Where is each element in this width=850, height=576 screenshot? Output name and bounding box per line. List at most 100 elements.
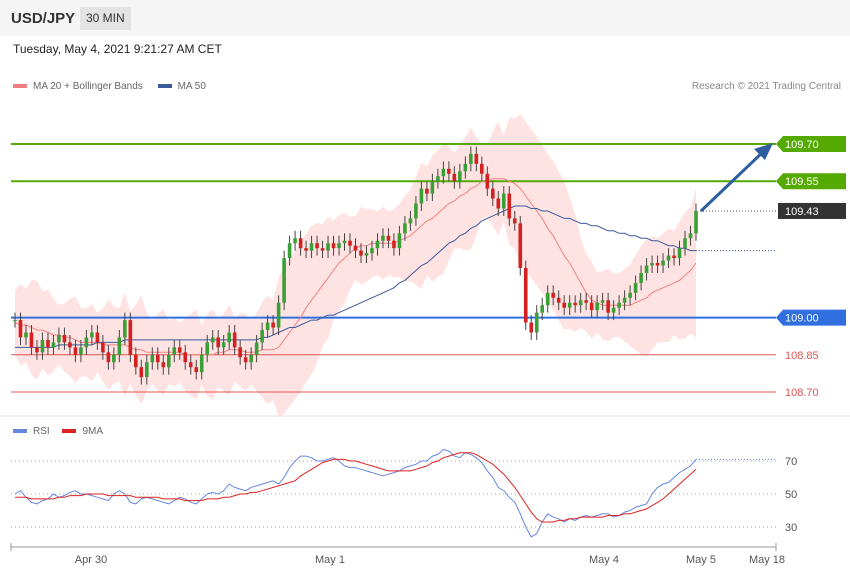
candle-body bbox=[490, 188, 495, 199]
candle-body bbox=[507, 193, 512, 219]
candle-body bbox=[177, 347, 182, 353]
candle-body bbox=[249, 354, 253, 363]
candle-body bbox=[51, 342, 56, 348]
candle-body bbox=[40, 339, 45, 353]
x-tick-label: May 1 bbox=[315, 554, 345, 566]
candle-body bbox=[13, 320, 17, 322]
candle-body bbox=[480, 163, 484, 174]
candle-body bbox=[46, 339, 50, 348]
candle-body bbox=[128, 320, 133, 355]
candle-body bbox=[573, 302, 577, 306]
candle-body bbox=[139, 367, 144, 378]
candle-body bbox=[425, 188, 429, 194]
candle-body bbox=[474, 153, 479, 164]
level-label-108.70: 108.70 bbox=[785, 387, 819, 399]
candle-body bbox=[260, 330, 264, 343]
bollinger-band bbox=[15, 114, 696, 418]
candle-body bbox=[166, 354, 171, 368]
candle-body bbox=[205, 342, 210, 355]
rsi-tick-50: 50 bbox=[785, 489, 797, 501]
candle-body bbox=[458, 171, 462, 182]
candle-body bbox=[381, 235, 385, 241]
x-tick-label: Apr 30 bbox=[75, 554, 107, 566]
x-tick-label: May 18 bbox=[749, 554, 785, 566]
candle-body bbox=[392, 240, 396, 249]
candle-body bbox=[622, 297, 627, 303]
candle-body bbox=[183, 352, 188, 363]
candle-body bbox=[18, 320, 23, 338]
candle-body bbox=[600, 300, 605, 303]
candle-body bbox=[24, 332, 28, 338]
level-label-109.55: 109.55 bbox=[785, 176, 819, 188]
candle-body bbox=[512, 218, 517, 224]
candle-body bbox=[518, 223, 523, 268]
candle-body bbox=[73, 347, 78, 355]
candle-body bbox=[276, 302, 281, 328]
rsi-ma-line bbox=[15, 452, 697, 523]
candle-body bbox=[551, 292, 556, 298]
candle-body bbox=[364, 253, 369, 256]
x-tick-label: May 4 bbox=[589, 554, 619, 566]
candle-body bbox=[501, 193, 506, 209]
candle-body bbox=[650, 263, 654, 266]
candle-body bbox=[320, 248, 325, 251]
candle-body bbox=[271, 322, 275, 328]
candle-body bbox=[606, 300, 610, 313]
candle-body bbox=[666, 255, 671, 261]
candle-body bbox=[62, 334, 67, 343]
candle-body bbox=[254, 342, 259, 355]
candle-body bbox=[112, 354, 116, 363]
candle-body bbox=[315, 243, 319, 249]
candle-body bbox=[683, 238, 687, 249]
candle-body bbox=[397, 233, 402, 249]
candle-body bbox=[145, 362, 149, 378]
candle-body bbox=[309, 243, 314, 251]
candle-body bbox=[35, 347, 39, 353]
candle-body bbox=[106, 352, 111, 363]
candle-body bbox=[348, 240, 352, 246]
candle-body bbox=[375, 240, 380, 249]
candle-body bbox=[639, 272, 643, 283]
candle-body bbox=[123, 320, 127, 338]
candle-body bbox=[68, 342, 72, 348]
candle-body bbox=[370, 248, 374, 254]
rsi-line bbox=[14, 448, 697, 538]
candle-body bbox=[265, 322, 270, 330]
candle-body bbox=[688, 233, 693, 239]
rsi-tick-70: 70 bbox=[785, 456, 797, 468]
candle-body bbox=[617, 302, 621, 308]
candle-body bbox=[161, 362, 166, 368]
candle-body bbox=[403, 223, 407, 234]
candle-body bbox=[287, 243, 292, 259]
candle-body bbox=[282, 258, 286, 303]
level-label-109.70: 109.70 bbox=[785, 139, 819, 151]
candle-body bbox=[419, 188, 424, 204]
last-price-label: 109.43 bbox=[785, 206, 819, 218]
candle-body bbox=[523, 268, 528, 323]
candle-body bbox=[578, 300, 583, 306]
candle-body bbox=[134, 354, 138, 368]
candle-body bbox=[337, 243, 341, 249]
candle-body bbox=[496, 198, 501, 209]
candle-body bbox=[117, 337, 122, 355]
candle-body bbox=[436, 176, 440, 182]
level-label-108.85: 108.85 bbox=[785, 350, 819, 362]
candle-body bbox=[79, 347, 83, 355]
candle-body bbox=[342, 240, 347, 244]
candle-body bbox=[210, 337, 215, 343]
candle-body bbox=[677, 248, 682, 259]
candle-body bbox=[359, 250, 363, 256]
candle-body bbox=[227, 332, 231, 343]
candle-body bbox=[150, 354, 155, 363]
candle-body bbox=[243, 357, 248, 363]
candle-body bbox=[633, 282, 638, 293]
candle-body bbox=[232, 332, 237, 348]
candle-body bbox=[84, 337, 89, 348]
candle-body bbox=[293, 238, 297, 244]
candle-body bbox=[567, 302, 572, 308]
candle-body bbox=[430, 181, 435, 194]
candle-body bbox=[694, 210, 698, 234]
price-chart[interactable]: 109.70 109.55 109.43 109.00 108.85 108.70 30 50… bbox=[0, 0, 850, 576]
candle-body bbox=[469, 153, 473, 164]
candle-body bbox=[188, 362, 193, 368]
